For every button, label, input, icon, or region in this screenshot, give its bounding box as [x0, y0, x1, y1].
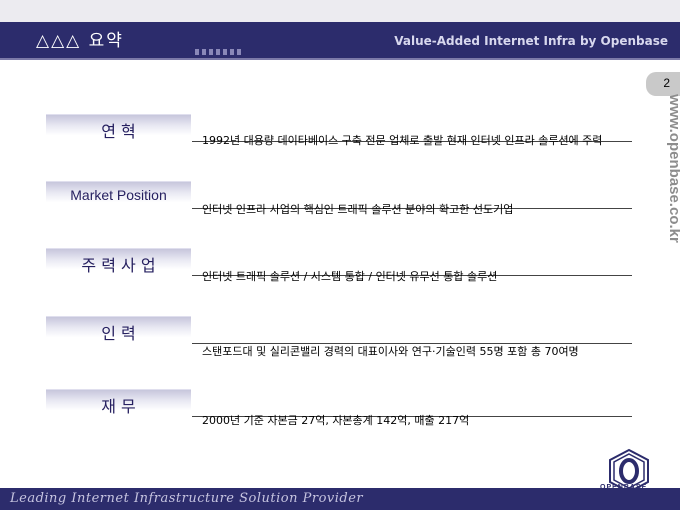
- row-label-market-position: Market Position: [46, 181, 191, 209]
- header-divider: [0, 58, 680, 60]
- slide-title: △△△ 요약: [36, 31, 124, 51]
- top-strip: [0, 0, 680, 22]
- row-label-text: 연 혁: [101, 122, 136, 141]
- row-label-text: 인 력: [101, 324, 136, 343]
- page-number: 2: [663, 76, 670, 90]
- row-text-finance: 2000년 기준 자본금 27억, 자본총계 142억, 매출 217억: [202, 414, 470, 427]
- row-text-main-business: 인터넷 트래픽 솔루션 / 시스템 통합 / 인터넷 유무선 통합 솔루션: [202, 270, 498, 283]
- row-label-text: 재 무: [101, 397, 136, 416]
- row-label-text: 주 력 사 업: [81, 256, 156, 275]
- row-text-market-position: 인터넷 인프라 사업의 핵심인 트래픽 솔루션 분야의 확고한 선도기업: [202, 203, 514, 216]
- footer-slogan: Leading Internet Infrastructure Solution…: [10, 491, 364, 506]
- footer-bar: Leading Internet Infrastructure Solution…: [0, 488, 680, 510]
- row-label-text: Market Position: [70, 187, 167, 203]
- side-url: www.openbase.co.kr: [650, 94, 680, 250]
- header-bar: △△△ 요약 Value-Added Internet Infra by Ope…: [0, 22, 680, 58]
- row-label-personnel: 인 력: [46, 316, 191, 344]
- row-label-main-business: 주 력 사 업: [46, 248, 191, 276]
- side-url-text: www.openbase.co.kr: [665, 94, 680, 243]
- row-label-history: 연 혁: [46, 114, 191, 142]
- row-text-history: 1992년 대용량 데이타베이스 구축 전문 업체로 출발 현재 인터넷 인프라…: [202, 134, 603, 147]
- row-text-personnel: 스탠포드대 및 실리콘밸리 경력의 대표이사와 연구·기술인력 55명 포함 총…: [202, 345, 579, 358]
- row-label-finance: 재 무: [46, 389, 191, 417]
- header-tagline: Value-Added Internet Infra by Openbase: [394, 34, 668, 48]
